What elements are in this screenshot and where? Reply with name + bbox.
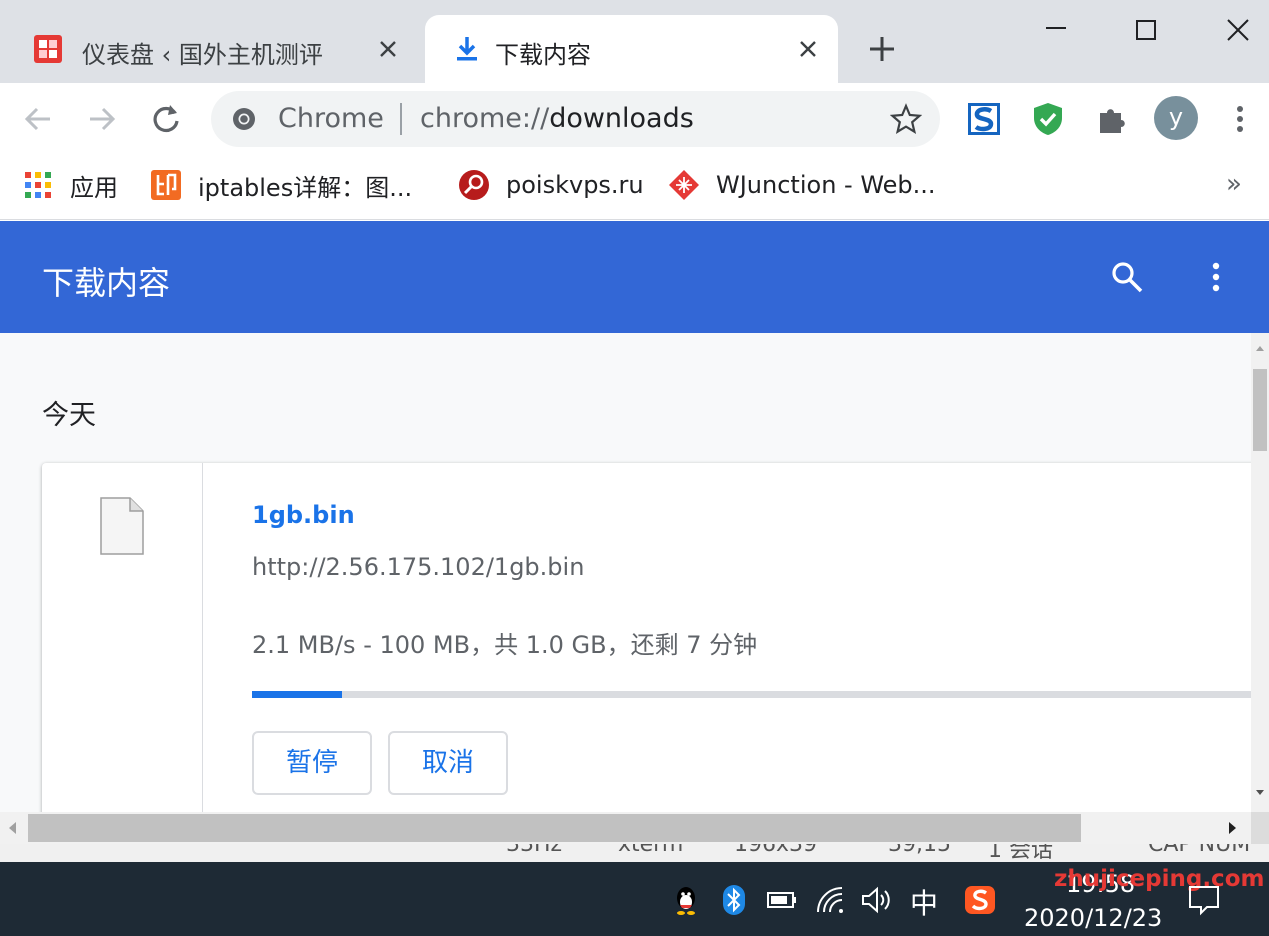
downloads-list: 今天 1gb.bin http://2.56.175.102/1gb.bin 2… — [0, 333, 1251, 812]
statusbar-field: CAP NUM — [1148, 844, 1251, 857]
battery-icon[interactable] — [766, 884, 798, 916]
file-icon-column — [42, 463, 203, 812]
window-close-button[interactable] — [1224, 16, 1252, 44]
chrome-menu-icon[interactable] — [1226, 103, 1254, 135]
bookmark-label: 应用 — [70, 173, 118, 202]
bookmark-yin-icon — [151, 170, 181, 200]
sogou-input-icon[interactable] — [964, 884, 996, 916]
download-progress-fill — [252, 691, 342, 698]
bookmark-label: poiskvps.ru — [506, 171, 644, 199]
qq-penguin-icon[interactable] — [670, 884, 702, 916]
download-progress-bar — [252, 691, 1251, 698]
site-favicon — [34, 35, 62, 63]
shield-check-icon[interactable] — [1030, 101, 1066, 137]
download-icon — [457, 37, 477, 61]
url-text: chrome://downloads — [420, 103, 694, 134]
statusbar-field: 1 会话 — [988, 844, 1053, 862]
download-filename-link[interactable]: 1gb.bin — [252, 501, 355, 529]
scroll-left-arrow-icon[interactable] — [6, 820, 18, 836]
bookmark-key-icon — [459, 170, 489, 200]
new-tab-button[interactable] — [866, 33, 898, 65]
scroll-up-arrow-icon[interactable] — [1255, 343, 1265, 353]
bookmark-apps[interactable]: 应用 — [22, 167, 118, 203]
statusbar-field: 33Hz — [506, 844, 563, 857]
bluetooth-icon[interactable] — [718, 884, 750, 916]
download-source-url[interactable]: http://2.56.175.102/1gb.bin — [252, 553, 584, 581]
cancel-button[interactable]: 取消 — [388, 731, 508, 795]
download-status: 2.1 MB/s - 100 MB，共 1.0 GB，还剩 7 分钟 — [252, 631, 758, 659]
scroll-right-arrow-icon[interactable] — [1227, 820, 1239, 836]
forward-button[interactable] — [84, 101, 120, 137]
pause-button[interactable]: 暂停 — [252, 731, 372, 795]
clock-date[interactable]: 2020/12/23 — [1024, 904, 1162, 932]
windows-taskbar: 中 19:58 2020/12/23 zhujiceping.com — [0, 862, 1269, 936]
close-icon[interactable] — [376, 37, 400, 61]
omnibox-divider — [400, 103, 402, 135]
bookmark-iptables[interactable]: iptables详解：图... — [150, 167, 412, 203]
bookmarks-bar: 应用 iptables详解：图... poiskvps.ru WJunction… — [0, 155, 1269, 220]
downloads-header: 下载内容 — [0, 221, 1269, 333]
scroll-down-arrow-icon[interactable] — [1255, 788, 1265, 798]
apps-grid-icon — [25, 172, 51, 198]
tab-title: 下载内容 — [495, 41, 591, 69]
statusbar-field: xterm — [618, 844, 684, 857]
download-item: 1gb.bin http://2.56.175.102/1gb.bin 2.1 … — [42, 463, 1251, 812]
horizontal-scrollbar[interactable] — [0, 812, 1251, 844]
scrollbar-corner — [1251, 812, 1269, 844]
statusbar-field: 39,15 — [888, 844, 951, 857]
tab-dashboard[interactable]: 仪表盘 ‹ 国外主机测评 — [12, 15, 418, 83]
bookmark-wjunction[interactable]: WJunction - Web... — [668, 167, 936, 203]
background-window-statusbar: 33Hz xterm 196x39 39,15 1 会话 CAP NUM — [0, 844, 1269, 862]
bookmark-poiskvps[interactable]: poiskvps.ru — [458, 167, 644, 203]
bookmark-star-icon[interactable] — [890, 103, 922, 135]
bookmark-label: iptables详解：图... — [198, 173, 413, 202]
wifi-icon[interactable] — [814, 884, 846, 916]
close-icon[interactable] — [796, 37, 820, 61]
bookmark-diamond-icon — [669, 170, 699, 200]
bookmark-label: WJunction - Web... — [716, 171, 936, 199]
search-icon[interactable] — [1110, 260, 1144, 294]
toolbar: Chrome chrome://downloads y — [0, 83, 1269, 155]
statusbar-field: 196x39 — [734, 844, 818, 857]
file-icon — [100, 497, 144, 555]
s-extension-icon[interactable] — [966, 101, 1002, 137]
volume-icon[interactable] — [860, 884, 892, 916]
vertical-scrollbar[interactable] — [1251, 333, 1269, 812]
back-button[interactable] — [20, 101, 56, 137]
origin-label: Chrome — [278, 103, 384, 134]
ime-indicator[interactable]: 中 — [910, 882, 938, 922]
tab-title: 仪表盘 ‹ 国外主机测评 — [82, 41, 323, 69]
date-section-heading: 今天 — [42, 400, 96, 431]
profile-avatar[interactable]: y — [1154, 96, 1198, 140]
watermark: zhujiceping.com — [1054, 866, 1265, 892]
extensions-puzzle-icon[interactable] — [1094, 101, 1130, 137]
vertical-scroll-thumb[interactable] — [1253, 369, 1267, 451]
tab-downloads[interactable]: 下载内容 — [425, 15, 838, 83]
tab-strip: 仪表盘 ‹ 国外主机测评 下载内容 — [0, 0, 1269, 83]
more-options-icon[interactable] — [1200, 260, 1232, 294]
chrome-icon — [233, 108, 255, 130]
reload-button[interactable] — [148, 101, 184, 137]
bookmarks-overflow-button[interactable]: » — [1226, 169, 1242, 199]
minimize-button[interactable] — [1042, 16, 1070, 44]
maximize-button[interactable] — [1132, 16, 1160, 44]
horizontal-scroll-thumb[interactable] — [28, 814, 1081, 842]
notification-center-icon[interactable] — [1187, 884, 1221, 916]
address-bar[interactable]: Chrome chrome://downloads — [211, 91, 940, 147]
page-title: 下载内容 — [42, 264, 171, 302]
